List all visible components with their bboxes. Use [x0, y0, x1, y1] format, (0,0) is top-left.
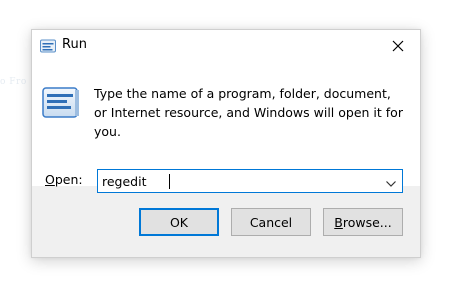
open-label: Open: — [45, 172, 83, 187]
dialog-title: Run — [62, 37, 87, 52]
dropdown-button[interactable] — [380, 170, 402, 192]
run-dialog: Run Type the name of a program, folder, … — [31, 29, 421, 258]
close-icon — [392, 37, 404, 56]
cancel-button[interactable]: Cancel — [231, 208, 311, 236]
chevron-down-icon — [386, 172, 396, 191]
open-combobox[interactable] — [97, 169, 403, 193]
close-button[interactable] — [376, 30, 420, 62]
background-ghost-text: o Fro — [0, 77, 27, 87]
title-bar: Run — [32, 30, 420, 62]
dialog-content: Type the name of a program, folder, docu… — [32, 62, 420, 193]
run-icon — [40, 38, 56, 53]
run-program-icon — [42, 86, 80, 120]
open-input[interactable] — [98, 170, 378, 192]
text-caret — [169, 174, 170, 189]
ok-button[interactable]: OK — [139, 208, 219, 236]
browse-button[interactable]: Browse... — [323, 208, 403, 236]
dialog-message: Type the name of a program, folder, docu… — [94, 86, 403, 139]
